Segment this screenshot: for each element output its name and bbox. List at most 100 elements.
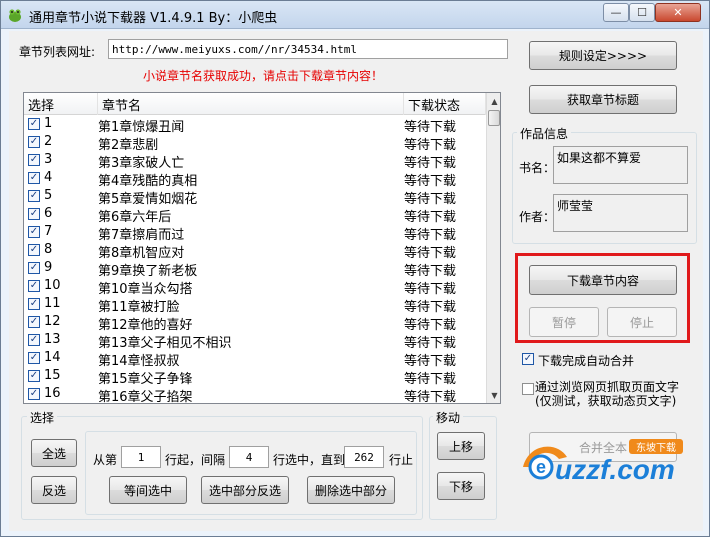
row-number: 13 [44, 332, 61, 347]
row-number: 5 [44, 188, 53, 203]
rules-settings-button[interactable]: 规则设定>>>> [529, 41, 677, 70]
row-number: 3 [44, 152, 53, 167]
row-number: 6 [44, 206, 53, 221]
row-checkbox[interactable]: ✓ [28, 316, 40, 328]
row-start-label: 行起，间隔 [165, 453, 226, 467]
row-number: 16 [44, 386, 61, 401]
title-bar[interactable]: 通用章节小说下载器 V1.4.9.1 By：小爬虫 — ☐ ✕ [1, 1, 709, 29]
window-title: 通用章节小说下载器 V1.4.9.1 By：小爬虫 [29, 11, 278, 26]
scroll-down-icon[interactable]: ▼ [487, 387, 500, 403]
table-row[interactable]: ✓ 6 第6章六年后 等待下载 [24, 205, 486, 225]
table-row[interactable]: ✓ 9 第9章换了新老板 等待下载 [24, 259, 486, 279]
to-row-input[interactable]: 262 [344, 446, 384, 468]
maximize-button[interactable]: ☐ [629, 3, 655, 22]
table-row[interactable]: ✓ 16 第16章父子掐架 等待下载 [24, 385, 486, 403]
app-icon [9, 9, 21, 22]
row-checkbox[interactable]: ✓ [28, 226, 40, 238]
row-number: 2 [44, 134, 53, 149]
row-checkbox[interactable]: ✓ [28, 262, 40, 274]
pause-button[interactable]: 暂停 [529, 307, 599, 337]
auto-merge-checkbox[interactable]: ✓ [522, 353, 534, 365]
invert-partial-button[interactable]: 选中部分反选 [201, 476, 289, 504]
from-row-input[interactable]: 1 [121, 446, 161, 468]
select-all-button[interactable]: 全选 [31, 439, 77, 467]
row-stop-label: 行止 [389, 453, 414, 467]
get-chapter-titles-button[interactable]: 获取章节标题 [529, 85, 677, 114]
table-row[interactable]: ✓ 7 第7章擦肩而过 等待下载 [24, 223, 486, 243]
minimize-button[interactable]: — [603, 3, 629, 22]
work-info-title: 作品信息 [517, 125, 572, 142]
column-header-chapter-name[interactable]: 章节名 [98, 93, 404, 115]
table-row[interactable]: ✓ 13 第13章父子相见不相识 等待下载 [24, 331, 486, 351]
status-message: 小说章节名获取成功，请点击下载章节内容！ [143, 69, 384, 83]
vertical-scrollbar[interactable]: ▲ ▼ [486, 93, 500, 403]
book-name-field[interactable]: 如果这都不算爱 [553, 146, 688, 184]
table-row[interactable]: ✓ 14 第14章怪叔叔 等待下载 [24, 349, 486, 369]
table-row[interactable]: ✓ 5 第5章爱情如烟花 等待下载 [24, 187, 486, 207]
row-checkbox[interactable]: ✓ [28, 244, 40, 256]
row-number: 14 [44, 350, 61, 365]
table-row[interactable]: ✓ 12 第12章他的喜好 等待下载 [24, 313, 486, 333]
scroll-up-icon[interactable]: ▲ [487, 93, 500, 109]
row-checkbox[interactable]: ✓ [28, 298, 40, 310]
row-number: 12 [44, 314, 61, 329]
row-checkbox[interactable]: ✓ [28, 154, 40, 166]
row-number: 15 [44, 368, 61, 383]
interval-input[interactable]: 4 [229, 446, 269, 468]
row-chapter-name: 第16章父子掐架 [98, 390, 193, 404]
table-row[interactable]: ✓ 3 第3章家破人亡 等待下载 [24, 151, 486, 171]
row-checkbox[interactable]: ✓ [28, 136, 40, 148]
browser-fetch-checkbox[interactable]: ✓ [522, 383, 534, 395]
stop-button[interactable]: 停止 [607, 307, 677, 337]
list-rows: ✓ 1 第1章惊爆丑闻 等待下载 ✓ 2 第2章悲剧 等待下载 ✓ 3 第3章家破人亡 等待下载 ✓ 4 第… [24, 115, 486, 403]
browser-fetch-note: (仅测试，获取动态页文字) [535, 394, 677, 408]
move-up-button[interactable]: 上移 [437, 432, 485, 460]
move-down-button[interactable]: 下移 [437, 472, 485, 500]
delete-selected-button[interactable]: 删除选中部分 [307, 476, 395, 504]
table-row[interactable]: ✓ 4 第4章残酷的真相 等待下载 [24, 169, 486, 189]
row-select-label: 行选中，直到 [273, 453, 346, 467]
row-number: 4 [44, 170, 53, 185]
book-name-label: 书名： [519, 161, 556, 175]
table-row[interactable]: ✓ 2 第2章悲剧 等待下载 [24, 133, 486, 153]
row-checkbox[interactable]: ✓ [28, 352, 40, 364]
row-checkbox[interactable]: ✓ [28, 172, 40, 184]
author-field[interactable]: 师莹莹 [553, 194, 688, 232]
url-label: 章节列表网址: [19, 45, 96, 59]
auto-merge-label: 下载完成自动合并 [538, 354, 635, 368]
close-button[interactable]: ✕ [655, 3, 701, 22]
row-number: 10 [44, 278, 61, 293]
author-label: 作者： [519, 210, 556, 224]
row-checkbox[interactable]: ✓ [28, 334, 40, 346]
row-checkbox[interactable]: ✓ [28, 388, 40, 400]
list-header: 选择 章节名 下载状态 [24, 93, 486, 115]
invert-selection-button[interactable]: 反选 [31, 476, 77, 504]
download-chapters-button[interactable]: 下载章节内容 [529, 265, 677, 295]
chapter-list[interactable]: 选择 章节名 下载状态 ✓ 1 第1章惊爆丑闻 等待下载 ✓ 2 第2章悲剧 等待下载 ✓ 3 第3… [23, 92, 501, 404]
table-row[interactable]: ✓ 11 第11章被打脸 等待下载 [24, 295, 486, 315]
column-header-status[interactable]: 下载状态 [404, 93, 486, 115]
logo-badge-text: 东坡下载 [636, 441, 676, 454]
selection-group-title: 选择 [27, 409, 58, 426]
row-checkbox[interactable]: ✓ [28, 280, 40, 292]
app-window: 通用章节小说下载器 V1.4.9.1 By：小爬虫 — ☐ ✕ 章节列表网址: … [0, 0, 710, 537]
row-checkbox[interactable]: ✓ [28, 208, 40, 220]
table-row[interactable]: ✓ 10 第10章当众勾搭 等待下载 [24, 277, 486, 297]
row-number: 8 [44, 242, 53, 257]
row-checkbox[interactable]: ✓ [28, 118, 40, 130]
row-checkbox[interactable]: ✓ [28, 190, 40, 202]
row-number: 9 [44, 260, 53, 275]
row-checkbox[interactable]: ✓ [28, 370, 40, 382]
table-row[interactable]: ✓ 15 第15章父子争锋 等待下载 [24, 367, 486, 387]
table-row[interactable]: ✓ 1 第1章惊爆丑闻 等待下载 [24, 115, 486, 135]
logo-letter: e [536, 457, 546, 477]
row-number: 7 [44, 224, 53, 239]
from-label: 从第 [93, 453, 118, 467]
interval-select-button[interactable]: 等间选中 [109, 476, 187, 504]
column-header-select[interactable]: 选择 [24, 93, 98, 115]
row-number: 1 [44, 116, 53, 131]
url-input[interactable]: http://www.meiyuxs.com//nr/34534.html [108, 39, 508, 59]
table-row[interactable]: ✓ 8 第8章机智应对 等待下载 [24, 241, 486, 261]
scrollbar-thumb[interactable] [488, 110, 500, 126]
row-number: 11 [44, 296, 61, 311]
